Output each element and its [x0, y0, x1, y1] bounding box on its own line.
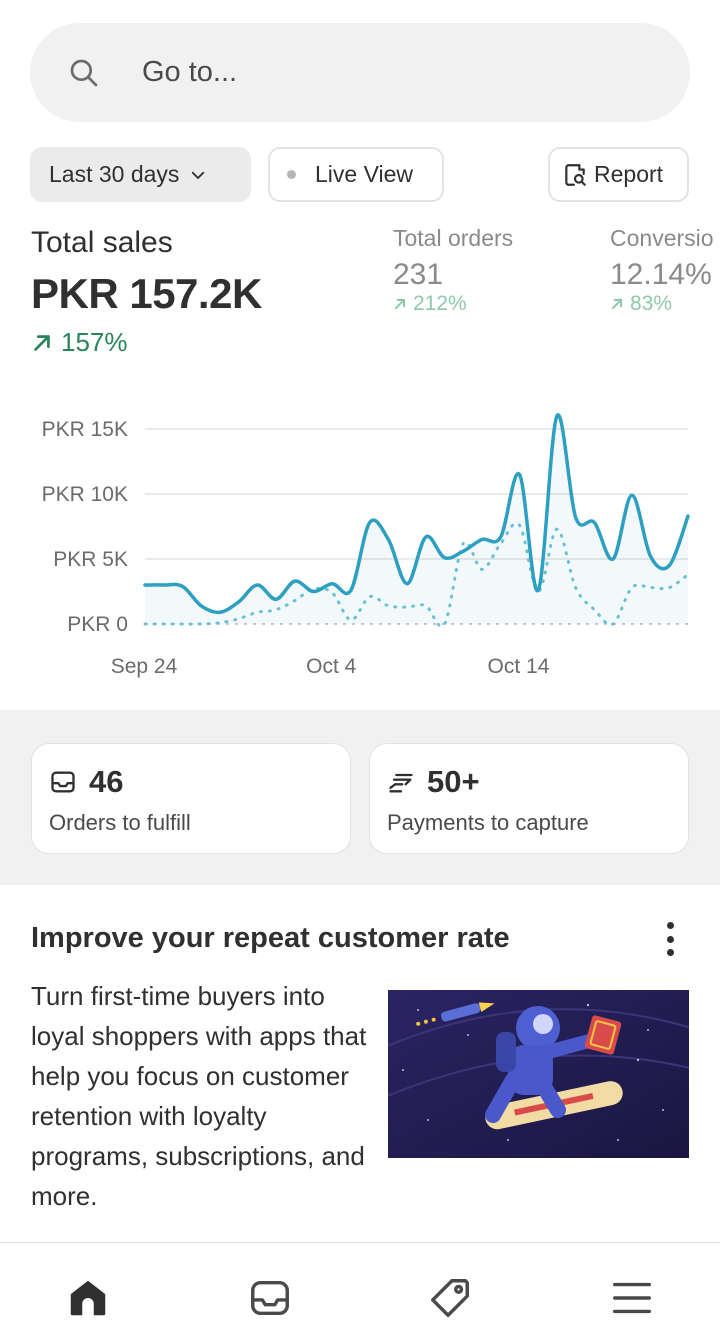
total-sales-delta-value: 157%: [61, 327, 128, 357]
data-point: [611, 557, 615, 561]
data-point: [649, 554, 653, 558]
y-tick-label: PKR 5K: [53, 548, 128, 571]
search-icon: [70, 59, 98, 86]
orders-icon: [251, 1280, 289, 1316]
nav-menu[interactable]: [609, 1275, 655, 1321]
data-point: [237, 600, 241, 604]
bottom-navigation: [0, 1242, 720, 1334]
data-point: [630, 493, 634, 497]
payments-to-capture-count: 50+: [427, 764, 480, 799]
arrow-up-right-icon: [34, 334, 50, 351]
data-point: [199, 604, 203, 608]
data-point: [536, 588, 540, 592]
total-sales-delta: 157%: [31, 327, 128, 358]
report-label: Report: [594, 161, 664, 187]
y-tick-label: PKR 10K: [42, 483, 128, 506]
data-point: [686, 514, 690, 518]
series-area: [145, 414, 688, 624]
data-point: [424, 535, 428, 539]
data-point: [517, 473, 521, 477]
promo-title: Improve your repeat customer rate: [31, 922, 510, 954]
data-point: [499, 535, 503, 539]
total-orders-delta-value: 212%: [413, 292, 467, 315]
orders-to-fulfill-label: Orders to fulfill: [49, 810, 191, 835]
x-tick-label: Oct 14: [488, 655, 550, 678]
data-point: [162, 583, 166, 587]
payments-to-capture-label: Payments to capture: [387, 810, 589, 835]
data-point: [592, 521, 596, 525]
data-point: [667, 564, 671, 568]
live-view-button[interactable]: Live View: [268, 147, 444, 202]
x-tick-label: Oct 4: [306, 655, 357, 678]
arrow-up-right-icon: [611, 298, 623, 310]
search-placeholder: Go to...: [142, 56, 238, 88]
sales-line-chart[interactable]: PKR 15K PKR 10K PKR 5K PKR 0 Sep 24 Oct 4 Oct …: [0, 395, 720, 695]
nav-home[interactable]: [65, 1275, 111, 1321]
more-options-button[interactable]: [658, 919, 682, 959]
date-range-button[interactable]: Last 30 days: [30, 147, 251, 202]
data-point: [443, 556, 447, 560]
total-orders-delta: 212%: [393, 292, 513, 316]
data-point: [461, 541, 465, 545]
y-tick-label: PKR 15K: [42, 418, 128, 441]
data-point: [218, 610, 222, 614]
data-point: [574, 515, 578, 519]
nav-orders[interactable]: [247, 1275, 293, 1321]
products-icon: [431, 1279, 469, 1317]
kebab-dot: [666, 922, 674, 929]
data-point: [312, 590, 316, 594]
kebab-dot: [666, 949, 674, 956]
nav-products[interactable]: [427, 1275, 473, 1321]
x-tick-label: Sep 24: [111, 655, 178, 678]
orders-to-fulfill-count: 46: [89, 764, 124, 799]
report-icon: [565, 163, 586, 186]
total-orders-label: Total orders: [393, 225, 514, 251]
total-orders-value: 231: [393, 258, 444, 291]
data-point: [405, 582, 409, 586]
live-status-dot: [287, 170, 296, 179]
data-point: [480, 538, 484, 542]
astronaut-illustration[interactable]: [388, 990, 689, 1158]
total-orders-metric[interactable]: Total orders 231 212%: [393, 225, 513, 316]
menu-icon: [613, 1282, 651, 1314]
report-button[interactable]: Report: [548, 147, 689, 202]
chevron-down-icon: [192, 171, 205, 179]
data-point: [386, 538, 390, 542]
data-point: [255, 583, 259, 587]
data-point: [349, 588, 353, 592]
inbox-icon: [51, 771, 75, 793]
data-point: [293, 579, 297, 583]
conversion-delta: 83%: [610, 292, 714, 316]
conversion-metric[interactable]: Conversio 12.14% 83%: [610, 225, 714, 316]
date-range-label: Last 30 days: [49, 161, 180, 187]
data-point: [368, 521, 372, 525]
home-icon: [70, 1280, 106, 1316]
payments-to-capture-card[interactable]: 50+ Payments to capture: [369, 743, 689, 854]
conversion-value: 12.14%: [610, 258, 712, 291]
cash-icon: [389, 773, 413, 793]
kebab-dot: [666, 935, 674, 943]
total-sales-label: Total sales: [31, 226, 173, 259]
orders-to-fulfill-card[interactable]: 46 Orders to fulfill: [31, 743, 351, 854]
search-bar[interactable]: Go to...: [30, 23, 690, 122]
data-point: [274, 597, 278, 601]
total-sales-value: PKR 157.2K: [31, 270, 262, 317]
y-tick-label: PKR 0: [67, 613, 128, 636]
arrow-up-right-icon: [394, 298, 406, 310]
data-point: [461, 549, 465, 553]
data-point: [180, 584, 184, 588]
live-view-label: Live View: [315, 161, 414, 187]
conversion-label: Conversio: [610, 225, 714, 251]
promo-description: Turn first-time buyers into loyal shoppe…: [31, 981, 367, 1211]
data-point: [555, 414, 559, 418]
conversion-delta-value: 83%: [630, 292, 673, 315]
data-point: [143, 583, 147, 587]
data-point: [330, 582, 334, 586]
